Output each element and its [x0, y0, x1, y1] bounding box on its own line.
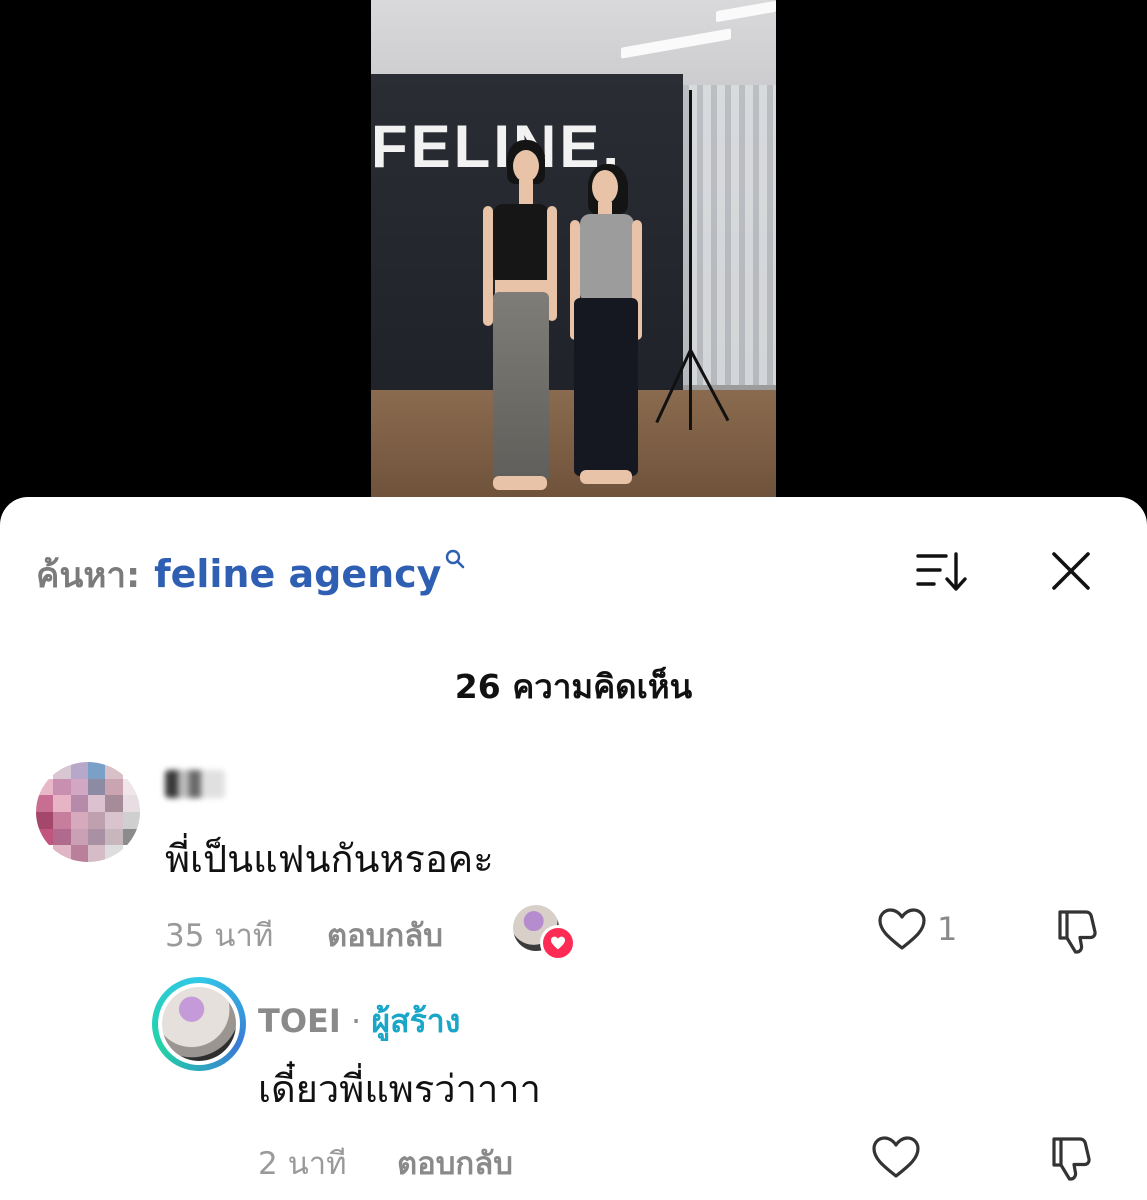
- reply-time: 2 นาที: [258, 1146, 347, 1182]
- comment-count: 26 ความคิดเห็น: [454, 667, 693, 706]
- ceiling-light: [716, 0, 776, 23]
- tripod: [689, 90, 692, 430]
- heart-icon[interactable]: [870, 1134, 922, 1180]
- video-player[interactable]: FELINE.: [371, 0, 776, 500]
- reply-text: เดี๋ยวพี่แพรว่าาาา: [258, 1067, 541, 1111]
- heart-icon[interactable]: [876, 906, 928, 952]
- person-left: [479, 140, 559, 495]
- reply-username: TOEI: [258, 1002, 341, 1040]
- reply-button[interactable]: ตอบกลับ: [327, 910, 443, 960]
- like-count: 1: [937, 910, 958, 948]
- person-right: [566, 160, 646, 490]
- clothing-rack: [683, 85, 776, 385]
- creator-avatar[interactable]: [152, 977, 246, 1071]
- username-blurred[interactable]: [165, 770, 225, 798]
- avatar[interactable]: [36, 762, 140, 862]
- creator-badge: ผู้สร้าง: [371, 1002, 461, 1040]
- ceiling-light: [621, 28, 731, 59]
- reply-button[interactable]: ตอบกลับ: [397, 1138, 513, 1188]
- sort-icon[interactable]: [916, 550, 970, 592]
- search-prefix: ค้นหา:: [36, 556, 141, 596]
- dislike-icon[interactable]: [1052, 906, 1102, 956]
- close-icon[interactable]: [1050, 550, 1092, 592]
- liked-by-creator-heart-icon: [540, 925, 576, 961]
- comment-time: 35 นาที: [165, 918, 274, 954]
- search-term-link[interactable]: feline agency: [154, 552, 441, 596]
- reply-author[interactable]: TOEI · ผู้สร้าง: [258, 996, 460, 1047]
- search-icon: [446, 549, 465, 569]
- separator-dot: ·: [350, 1002, 362, 1040]
- comment-text: พี่เป็นแฟนกันหรอคะ: [165, 837, 494, 881]
- search-suggestion[interactable]: ค้นหา: feline agency: [36, 548, 465, 598]
- dislike-icon[interactable]: [1046, 1133, 1096, 1183]
